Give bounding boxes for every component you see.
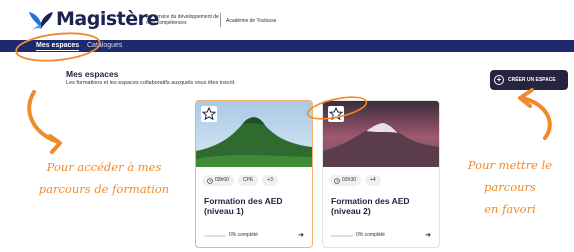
header-divider bbox=[220, 13, 221, 27]
progress-label: 0% complété bbox=[229, 232, 258, 238]
progress-label: 0% complété bbox=[356, 232, 385, 238]
annotation-right-line1: Pour mettre le bbox=[467, 158, 553, 172]
duration-text: 03h00 bbox=[215, 177, 229, 183]
badge-list: 02h30 +4 bbox=[329, 175, 381, 186]
annotation-left: Pour accéder à mes parcours de formation bbox=[24, 156, 184, 200]
favorite-button[interactable] bbox=[201, 106, 217, 122]
annotation-right-line2: parcours bbox=[484, 180, 536, 194]
annotation-arrow-right bbox=[520, 96, 552, 140]
page-subtitle: Les formations et les espaces collaborat… bbox=[66, 80, 236, 86]
annotation-right: Pour mettre le parcours en favori bbox=[450, 154, 570, 220]
butterfly-logo-icon bbox=[29, 12, 53, 30]
academy-label: Académie de Toulouse bbox=[226, 18, 277, 24]
create-space-label: CRÉER UN ESPACE bbox=[508, 77, 556, 83]
course-card[interactable]: 02h30 +4 Formation des AED (niveau 2) 0%… bbox=[322, 100, 440, 248]
plus-circle-icon: + bbox=[494, 75, 504, 85]
arrow-right-icon[interactable]: ➔ bbox=[425, 231, 431, 239]
annotation-left-line2: parcours de formation bbox=[38, 182, 170, 196]
badge-list: 03h00 CPE +3 bbox=[202, 175, 278, 186]
create-space-button[interactable]: + CRÉER UN ESPACE bbox=[490, 70, 568, 90]
magistere-logo[interactable]: Magistère bbox=[28, 7, 159, 33]
annotation-right-line3: en favori bbox=[484, 202, 536, 216]
category-badge: CPE bbox=[237, 175, 259, 186]
clock-icon bbox=[207, 177, 213, 184]
card-title: Formation des AED (niveau 1) bbox=[204, 196, 283, 216]
page-title: Mes espaces bbox=[66, 69, 119, 79]
course-card[interactable]: 03h00 CPE +3 Formation des AED (niveau 1… bbox=[195, 100, 313, 248]
star-outline-icon bbox=[328, 106, 344, 121]
logo-text: Magistère bbox=[56, 8, 159, 30]
duration-badge: 02h30 bbox=[329, 175, 361, 186]
card-title: Formation des AED (niveau 2) bbox=[331, 196, 410, 216]
star-outline-icon bbox=[201, 106, 217, 121]
more-badge: +3 bbox=[262, 175, 278, 186]
annotation-left-line1: Pour accéder à mes bbox=[46, 160, 162, 174]
progress-bar bbox=[331, 235, 353, 237]
annotation-arrow-left bbox=[27, 90, 60, 144]
progress-bar bbox=[204, 235, 226, 237]
duration-text: 02h30 bbox=[342, 177, 356, 183]
arrow-right-icon[interactable]: ➔ bbox=[298, 231, 304, 239]
nav-catalogues[interactable]: Catalogues bbox=[87, 42, 122, 49]
main-nav: Mes espaces Catalogues bbox=[0, 40, 574, 52]
favorite-button[interactable] bbox=[328, 106, 344, 122]
duration-badge: 03h00 bbox=[202, 175, 234, 186]
site-header: Magistère Au service du développement de… bbox=[0, 0, 574, 40]
nav-mes-espaces[interactable]: Mes espaces bbox=[36, 42, 80, 51]
more-badge: +4 bbox=[364, 175, 381, 186]
tagline: Au service du développement de mes compé… bbox=[146, 14, 219, 26]
clock-icon bbox=[334, 177, 340, 184]
